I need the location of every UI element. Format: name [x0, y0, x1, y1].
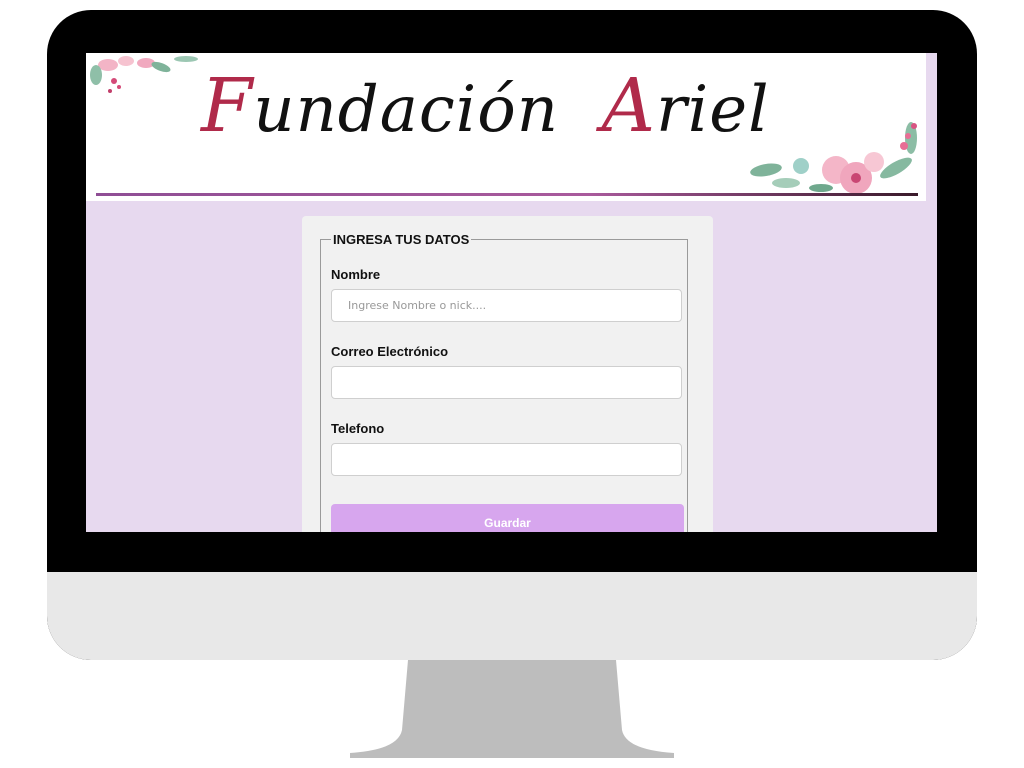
email-label: Correo Electrónico — [331, 344, 449, 359]
save-button[interactable]: Guardar — [331, 504, 684, 532]
site-banner: Fundación Ariel — [86, 53, 926, 201]
name-input[interactable]: Ingrese Nombre o nick.... — [331, 289, 682, 322]
phone-label: Telefono — [331, 421, 385, 436]
email-input[interactable] — [331, 366, 682, 399]
name-label: Nombre — [331, 267, 381, 282]
floral-decoration-right-icon — [750, 122, 917, 194]
banner-title: Fundación Ariel — [201, 63, 770, 149]
phone-input[interactable] — [331, 443, 682, 476]
browser-viewport: Fundación Ariel INGRESA TUS DATOS Nombre… — [86, 53, 937, 532]
floral-decoration-left-icon — [90, 56, 198, 93]
monitor-stand — [350, 660, 674, 758]
monitor-chin — [47, 572, 977, 660]
data-form-card: INGRESA TUS DATOS Nombre Ingrese Nombre … — [302, 216, 713, 532]
form-legend: INGRESA TUS DATOS — [333, 232, 470, 247]
banner-divider — [96, 193, 918, 196]
